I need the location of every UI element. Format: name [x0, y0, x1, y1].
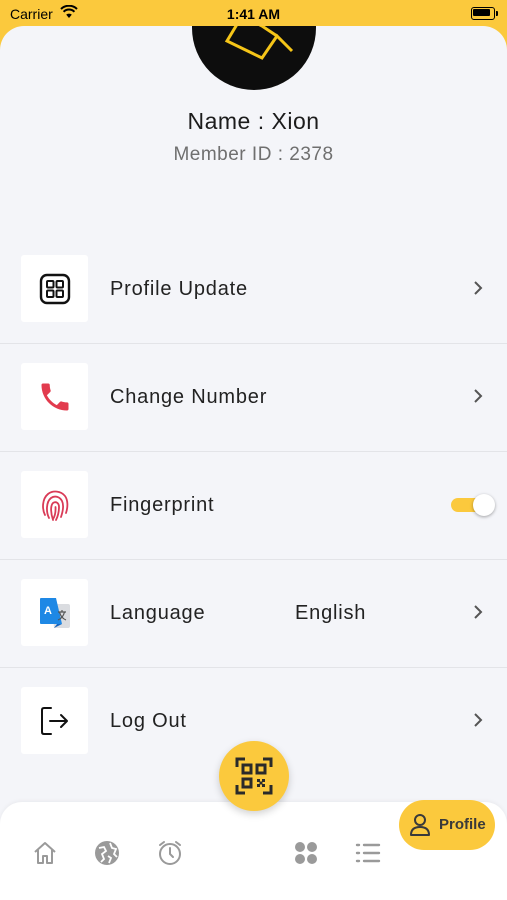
language-value: English — [295, 602, 367, 624]
menu-label: Change Number — [110, 386, 268, 408]
menu-item-fingerprint: Fingerprint — [0, 452, 507, 560]
tab-profile[interactable]: Profile — [399, 800, 495, 850]
menu-label: Language — [110, 602, 206, 624]
battery-icon — [471, 7, 498, 20]
fingerprint-icon — [41, 490, 68, 521]
menu-label: Fingerprint — [110, 494, 215, 516]
toggle-knob — [473, 494, 495, 516]
menu-item-language[interactable]: A Language English — [0, 560, 507, 668]
svg-text:A: A — [44, 605, 52, 617]
phone-icon — [41, 383, 68, 410]
alarm-icon[interactable] — [156, 839, 184, 867]
chevron-right-icon — [474, 281, 483, 295]
profile-name: Name : Xion — [187, 108, 320, 134]
profile-screen: Name : Xion Member ID : 2378 Profile Upd… — [0, 26, 507, 900]
qr-scan-button[interactable] — [219, 741, 289, 811]
icon-box — [21, 471, 88, 538]
icon-box: A — [21, 579, 88, 646]
status-bar: Carrier 1:41 AM — [0, 0, 507, 28]
menu-item-change-number[interactable]: Change Number — [0, 344, 507, 452]
icon-box — [21, 255, 88, 322]
chevron-right-icon — [474, 605, 483, 619]
menu-item-profile-update[interactable]: Profile Update — [0, 236, 507, 344]
menu-label: Profile Update — [110, 278, 248, 300]
globe-icon[interactable] — [93, 839, 121, 867]
icon-box — [21, 363, 88, 430]
member-id: Member ID : 2378 — [173, 144, 334, 165]
apps-icon[interactable] — [292, 839, 320, 867]
home-icon[interactable] — [31, 839, 59, 867]
translate-icon: A — [39, 597, 70, 628]
qr-scan-icon — [235, 757, 273, 795]
avatar[interactable] — [192, 26, 316, 90]
icon-box — [21, 687, 88, 754]
settings-menu: Profile Update Change Number Fingerprint… — [0, 236, 507, 775]
status-time: 1:41 AM — [226, 6, 281, 22]
profile-icon — [410, 814, 430, 836]
list-icon[interactable] — [354, 839, 382, 867]
tab-profile-label: Profile — [439, 816, 486, 833]
grid-icon — [39, 273, 70, 304]
chevron-right-icon — [474, 713, 483, 727]
fingerprint-toggle[interactable] — [451, 494, 495, 516]
logout-icon — [40, 706, 68, 735]
chevron-right-icon — [474, 389, 483, 403]
menu-label: Log Out — [110, 710, 187, 732]
